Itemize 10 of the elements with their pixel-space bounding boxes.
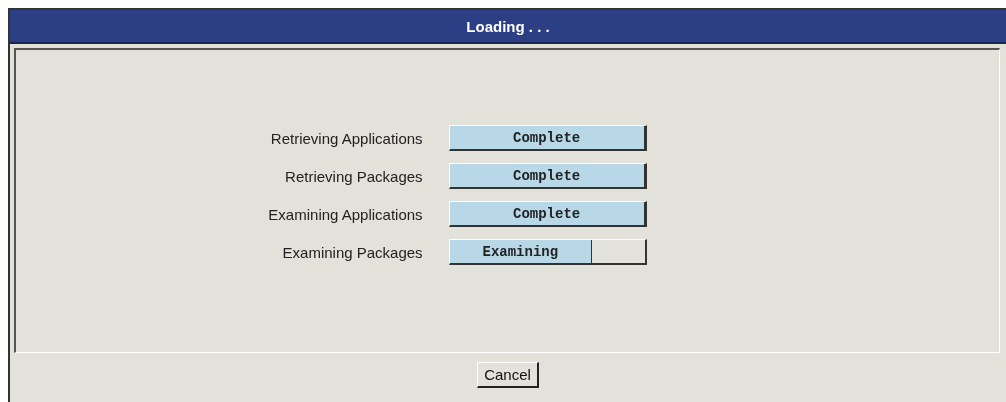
progress-fill: Complete [449, 126, 645, 149]
task-label: Retrieving Packages [284, 167, 424, 185]
progress-fill: Complete [449, 202, 645, 225]
window-title: Loading . . . [10, 10, 1006, 44]
task-label: Examining Packages [281, 243, 424, 261]
cancel-button[interactable]: Cancel [477, 361, 539, 388]
progress-fill: Complete [449, 164, 645, 187]
task-label: Retrieving Applications [269, 129, 424, 147]
progress-fill: Examining [449, 240, 592, 263]
task-label: Examining Applications [268, 205, 424, 223]
